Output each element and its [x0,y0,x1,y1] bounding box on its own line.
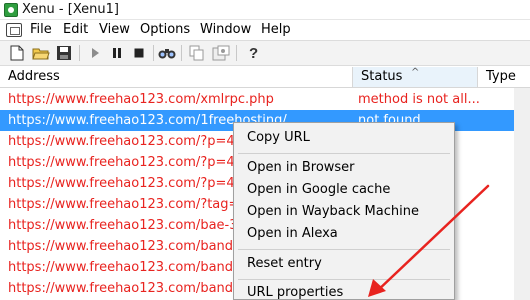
row-address: https://www.freehao123.com/bandw [8,260,244,275]
menu-options[interactable]: Options [140,22,190,37]
menu-file[interactable]: File [30,22,52,37]
xenu-app-icon [4,3,18,17]
row-address: https://www.freehao123.com/?p=44 [8,176,243,191]
row-address: https://www.freehao123.com/?p=44 [8,134,243,149]
row-address: https://www.freehao123.com/xmlrpc.php [8,92,274,107]
menu-separator [238,279,450,280]
menu-bar: File Edit View Options Window Help [0,20,530,40]
row-address: https://www.freehao123.com/?p=44 [8,155,243,170]
stop-icon[interactable] [130,44,148,62]
toolbar-separator [181,45,182,61]
help-icon[interactable]: ? [245,44,263,62]
column-header-status[interactable]: Status ^ [352,67,477,87]
find-icon[interactable] [158,44,176,62]
menu-item-open-in-alexa[interactable]: Open in Alexa [247,226,338,241]
menu-item-open-in-wayback-machine[interactable]: Open in Wayback Machine [247,204,419,219]
list-header: Address Status ^ Type [0,67,530,88]
pause-icon[interactable] [108,44,126,62]
toolbar-separator [236,45,237,61]
menu-edit[interactable]: Edit [63,22,88,37]
menu-separator [238,153,450,154]
new-icon[interactable] [8,44,26,62]
properties-icon[interactable] [212,44,230,62]
document-window-icon[interactable] [6,23,22,37]
menu-view[interactable]: View [99,22,130,37]
menu-separator [238,249,450,250]
menu-item-open-in-google-cache[interactable]: Open in Google cache [247,182,390,197]
copy-icon[interactable] [188,44,206,62]
open-folder-icon[interactable] [32,44,50,62]
menu-window[interactable]: Window [200,22,251,37]
menu-help[interactable]: Help [261,22,291,37]
toolbar-separator [153,45,154,61]
window-title: Xenu - [Xenu1] [22,2,119,17]
row-address: https://www.freehao123.com/bandw [8,239,244,254]
column-header-type[interactable]: Type [477,67,530,87]
svg-text:?: ? [249,45,258,61]
table-row[interactable]: https://www.freehao123.com/xmlrpc.php me… [0,89,530,110]
menu-item-copy-url[interactable]: Copy URL [247,130,310,145]
menu-item-reset-entry[interactable]: Reset entry [247,256,322,271]
toolbar: ? [0,40,530,66]
row-address: https://www.freehao123.com/bae-3 [8,218,238,233]
row-address: https://www.freehao123.com/?tag= [8,197,240,212]
row-status: method is not all... [358,92,480,107]
menu-item-url-properties[interactable]: URL properties [247,285,343,300]
column-header-status-label: Status [361,69,403,84]
row-address: https://www.freehao123.com/bandw [8,281,244,296]
column-header-address[interactable]: Address [0,67,352,87]
title-bar: Xenu - [Xenu1] [0,0,530,20]
vertical-scrollbar[interactable] [514,88,530,300]
sort-ascending-icon: ^ [411,67,420,78]
play-icon[interactable] [86,44,104,62]
context-menu: Copy URL Open in Browser Open in Google … [233,122,455,300]
save-icon[interactable] [55,44,73,62]
toolbar-separator [79,45,80,61]
menu-item-open-in-browser[interactable]: Open in Browser [247,160,355,175]
